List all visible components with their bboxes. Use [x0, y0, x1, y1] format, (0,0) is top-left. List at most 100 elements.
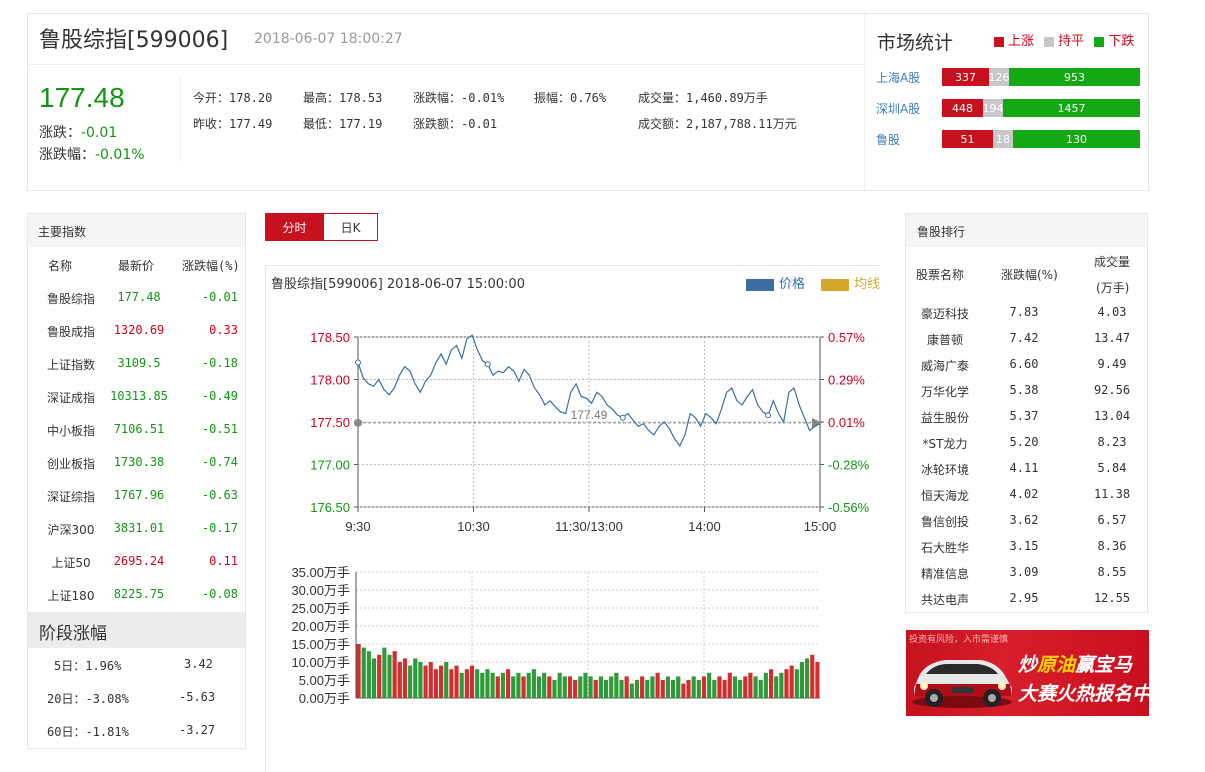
ranking-stock-name[interactable]: 石大胜华 [910, 539, 980, 556]
indices-col-name: 名称 [48, 259, 73, 273]
volume-bar [402, 658, 408, 698]
tab-intraday[interactable]: 分时 [265, 213, 324, 241]
ranking-stock-name[interactable]: 威海广泰 [910, 357, 980, 374]
intraday-price-chart: 178.50 0.57% 178.00 0.29% 177.50 0.01% 177.00 -… [310, 330, 869, 534]
ad-headline-part: 赢宝马 [1075, 654, 1133, 676]
volume-bar [490, 672, 495, 698]
x-tick-label: 15:00 [804, 519, 837, 534]
volume-bar [397, 662, 402, 698]
ad-headline: 炒原油赢宝马 [1018, 650, 1132, 677]
ranking-stock-name[interactable]: 恒天海龙 [910, 487, 980, 504]
volume-bar [464, 669, 469, 698]
volume-y-tick-label: 10.00万手 [291, 655, 350, 670]
ranking-volume: 4.03 [1097, 305, 1127, 319]
ranking-volume: 12.55 [1093, 591, 1131, 605]
ranking-volume: 9.49 [1097, 357, 1127, 371]
ranking-stock-name[interactable]: 康普顿 [910, 331, 980, 348]
ranking-stock-name[interactable]: 益生股份 [910, 409, 980, 426]
market-bar-up: 337 [942, 68, 989, 86]
volume-bar [810, 654, 815, 698]
index-name[interactable]: 鲁股综指 [36, 290, 106, 307]
index-price: 1767.96 [113, 488, 165, 502]
volume-bar [743, 676, 748, 698]
x-tick-label: 9:30 [345, 519, 370, 534]
index-price: 1320.69 [113, 323, 165, 337]
market-bar-flat: 194 [983, 99, 1003, 117]
volume-bar [593, 680, 598, 698]
y-tick-label-pct: 0.01% [828, 415, 865, 430]
ranking-change-pct: 7.83 [1009, 305, 1039, 319]
legend-price-swatch [746, 278, 774, 291]
market-row-label[interactable]: 深圳A股 [876, 100, 920, 117]
tab-daily-k[interactable]: 日K [323, 213, 378, 241]
change-value: -0.01 [81, 125, 118, 141]
market-bar-flat: 18 [993, 130, 1013, 148]
volume-bar [619, 680, 624, 698]
legend-flat: 持平 [1058, 34, 1085, 49]
index-name[interactable]: 深证成指 [36, 389, 106, 406]
volume-bar [485, 669, 490, 698]
stage-change-title: 阶段涨幅 [28, 612, 245, 648]
ranking-stock-name[interactable]: 精准信息 [910, 565, 980, 582]
ranking-stock-name[interactable]: 冰轮环境 [910, 461, 980, 478]
main-indices-panel: 主要指数 名称 最新价 涨跌幅(%) 阶段涨幅 5日：1.96% 3.42 20… [27, 213, 246, 749]
volume-bar [356, 644, 361, 698]
volume-bar [794, 669, 799, 698]
index-price: 7106.51 [113, 422, 165, 436]
y-tick-label-price: 177.00 [310, 458, 350, 473]
volume-bar [645, 680, 650, 698]
index-name[interactable]: 上证指数 [36, 356, 106, 373]
ranking-change-pct: 2.95 [1009, 591, 1039, 605]
volume-bar [738, 680, 743, 698]
ranking-stock-name[interactable]: 共达电声 [910, 591, 980, 608]
index-name[interactable]: 上证180 [36, 587, 106, 604]
intraday-volume-chart: 35.00万手 30.00万手 25.00万手 20.00万手 15.00万手 10.00… [291, 565, 820, 706]
volume-bar [366, 651, 371, 698]
volume-bar [480, 672, 485, 698]
ranking-stock-name[interactable]: 鲁信创投 [910, 513, 980, 530]
index-name[interactable]: 鲁股成指 [36, 323, 106, 340]
market-bar-sh: 337 126 953 [942, 68, 1140, 86]
market-bar-down: 1457 [1003, 99, 1140, 117]
volume-bar [707, 672, 712, 698]
ranking-volume: 8.55 [1097, 565, 1127, 579]
y-tick-label-price: 176.50 [310, 500, 350, 515]
volume-y-tick-label: 35.00万手 [291, 565, 350, 580]
index-name[interactable]: 上证50 [36, 554, 106, 571]
ad-banner[interactable]: 投资有风险，入市需谨慎 炒原油赢宝马 大赛火热报名中 [906, 630, 1149, 716]
index-name[interactable]: 深证综指 [36, 488, 106, 505]
stage-value: -5.63 [179, 690, 216, 704]
volume-bar [660, 680, 665, 698]
price-point [484, 361, 491, 368]
stat-turnover: 成交额：2,187,788.11万元 [638, 117, 797, 131]
volume-bar [516, 672, 521, 698]
market-row-label[interactable]: 鲁股 [876, 131, 900, 148]
change-pct-value: -0.01% [95, 147, 145, 163]
car-image [912, 660, 1012, 708]
volume-bar [578, 676, 583, 698]
index-name[interactable]: 沪深300 [36, 521, 106, 538]
ranking-change-pct: 4.11 [1009, 461, 1039, 475]
volume-bar [433, 669, 438, 698]
volume-bar [805, 658, 810, 698]
index-name[interactable]: 创业板指 [36, 455, 106, 472]
price-point [619, 414, 626, 421]
volume-y-tick-label: 5.00万手 [299, 673, 350, 688]
quote-header: 鲁股综指[599006] 2018-06-07 18:00:27 177.48 … [27, 13, 1149, 191]
ranking-stock-name[interactable]: *ST龙力 [910, 435, 980, 452]
volume-bar [454, 665, 459, 698]
ranking-volume: 11.38 [1093, 487, 1131, 501]
volume-bar [387, 654, 392, 698]
indices-col-pct: 涨跌幅(%) [182, 259, 240, 273]
index-price: 177.48 [117, 290, 161, 304]
market-row-label[interactable]: 上海A股 [876, 69, 920, 86]
volume-y-tick-label: 25.00万手 [291, 601, 350, 616]
volume-bar [732, 676, 738, 698]
stage-period: 5日：1.96% [54, 659, 122, 673]
ranking-volume: 13.04 [1093, 409, 1131, 423]
stat-prev-close: 昨收：177.49 [193, 117, 273, 131]
index-name[interactable]: 中小板指 [36, 422, 106, 439]
ranking-stock-name[interactable]: 万华化学 [910, 383, 980, 400]
index-change-pct: -0.08 [201, 587, 238, 601]
ranking-stock-name[interactable]: 豪迈科技 [910, 305, 980, 322]
